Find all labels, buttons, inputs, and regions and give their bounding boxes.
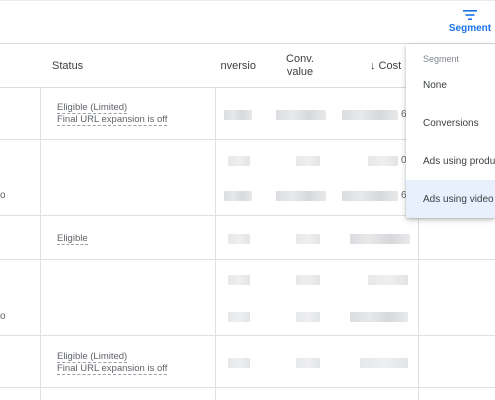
segment-option-ads-using-product[interactable]: Ads using produc <box>406 142 495 180</box>
truncated-name-char: o <box>0 190 6 201</box>
redacted-cost <box>368 275 408 285</box>
redacted-conversions <box>224 191 252 201</box>
status-label[interactable]: Eligible (Limited) <box>57 351 128 363</box>
redacted-conversions <box>228 275 250 285</box>
segment-button-label: Segment <box>448 23 492 34</box>
filter-list-icon <box>463 10 477 20</box>
redacted-conv-value <box>296 312 320 322</box>
redacted-conversions <box>228 312 250 322</box>
redacted-cost <box>342 110 398 120</box>
header-status[interactable]: Status <box>52 44 83 88</box>
redacted-cost <box>350 312 408 322</box>
status-detail[interactable]: Final URL expansion is off <box>57 363 168 375</box>
status-cell: Eligible (Limited) Final URL expansion i… <box>57 102 168 126</box>
redacted-conversions <box>228 156 250 166</box>
redacted-cost <box>342 191 398 201</box>
redacted-conv-value <box>296 234 320 244</box>
status-label[interactable]: Eligible <box>57 233 88 245</box>
redacted-conv-value <box>276 191 326 201</box>
redacted-conv-value <box>296 156 320 166</box>
table-row[interactable]: o <box>0 260 495 336</box>
redacted-cost <box>360 358 408 368</box>
segment-option-conversions[interactable]: Conversions <box>406 104 495 142</box>
status-cell: Eligible (Limited) Final URL expansion i… <box>57 351 168 375</box>
table-row[interactable]: Eligible <box>0 216 495 260</box>
table-toolbar: Segment <box>0 0 495 44</box>
header-conv-value[interactable]: Conv. value <box>262 44 338 88</box>
redacted-cost <box>350 234 410 244</box>
segment-option-ads-using-video[interactable]: Ads using video <box>406 180 495 218</box>
redacted-cost <box>368 156 398 166</box>
segment-menu: Segment None Conversions Ads using produ… <box>406 44 495 218</box>
table-row[interactable]: Eligible (Limited) Final URL expansion i… <box>0 336 495 388</box>
header-conversions[interactable]: nversio <box>215 44 262 88</box>
segment-option-none[interactable]: None <box>406 66 495 104</box>
redacted-conversions <box>228 358 250 368</box>
status-cell: Eligible <box>57 233 88 245</box>
truncated-name-char: o <box>0 311 6 322</box>
redacted-conv-value <box>296 275 320 285</box>
status-detail[interactable]: Final URL expansion is off <box>57 114 168 126</box>
segment-menu-heading: Segment <box>423 54 460 64</box>
redacted-conv-value <box>276 110 326 120</box>
status-label[interactable]: Eligible (Limited) <box>57 102 128 114</box>
redacted-conv-value <box>296 358 320 368</box>
redacted-conversions <box>228 234 250 244</box>
segment-button[interactable]: Segment <box>448 9 492 41</box>
header-cost-sorted[interactable]: ↓ Cost <box>370 44 401 88</box>
redacted-conversions <box>224 110 252 120</box>
